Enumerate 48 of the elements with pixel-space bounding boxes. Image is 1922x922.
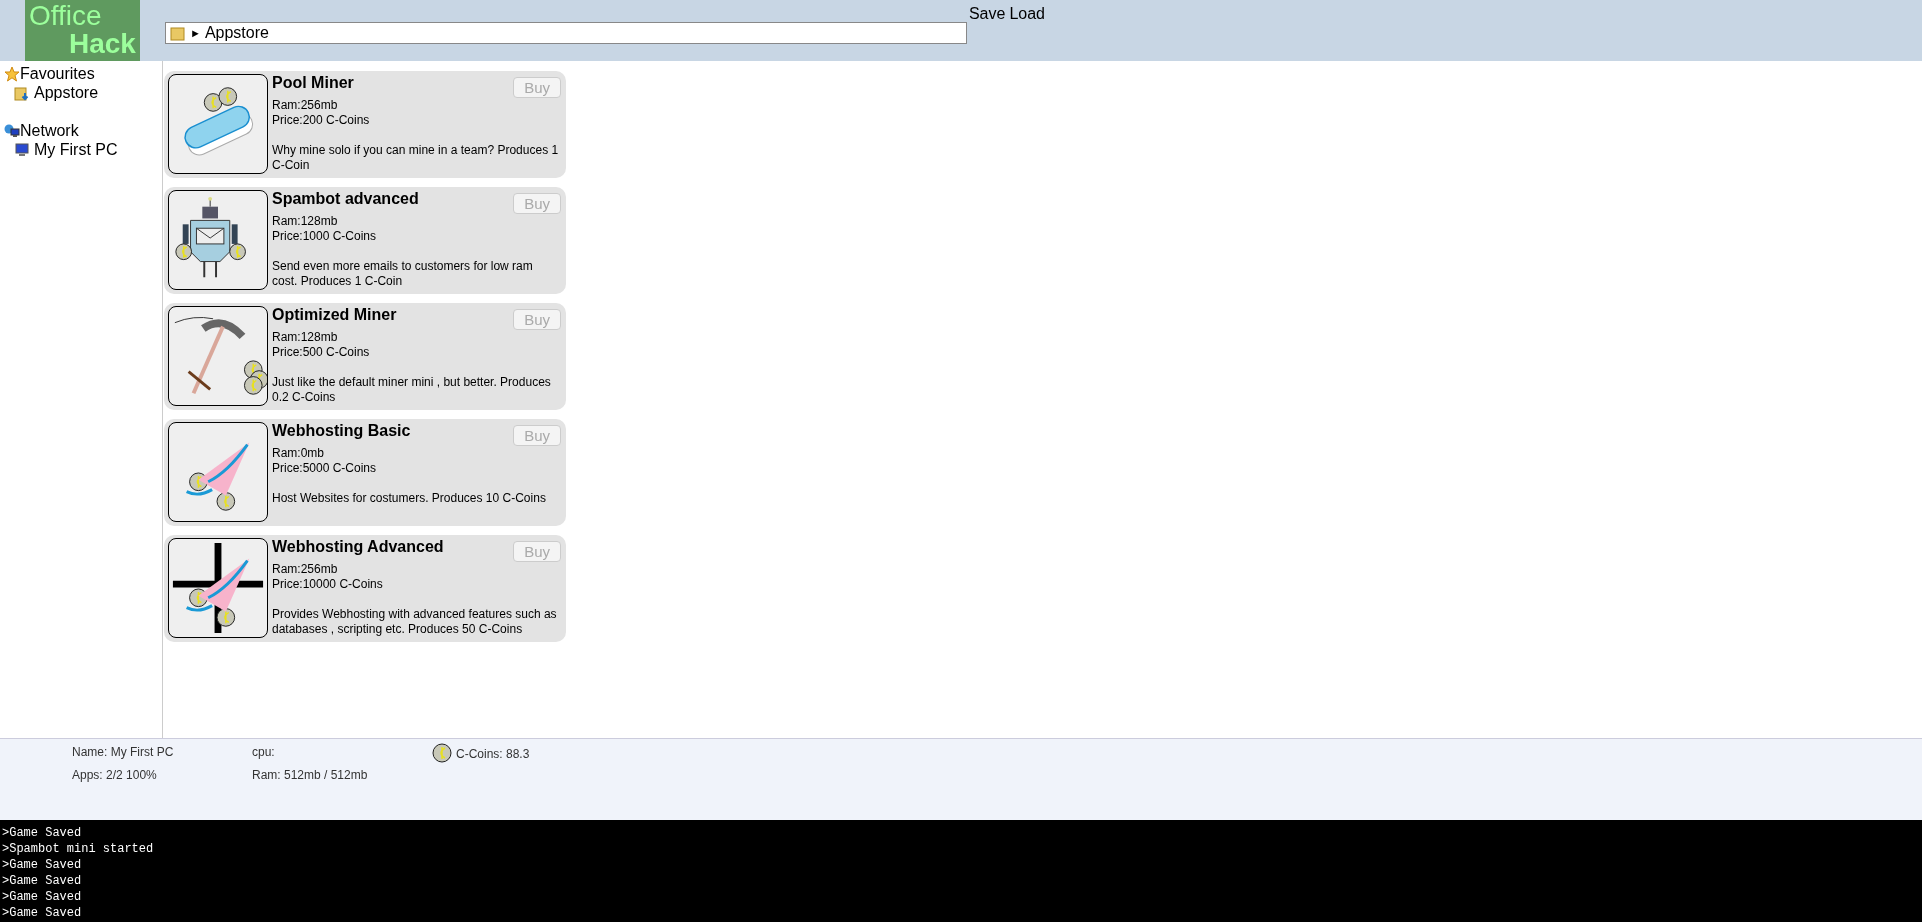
logo-text: Office	[28, 0, 103, 30]
address-bar[interactable]: ► Appstore	[165, 22, 967, 44]
console-line: >Game Saved	[2, 825, 83, 841]
sidebar-item[interactable]: Favourites	[4, 64, 162, 83]
app-price: Price:10000 C-Coins	[272, 577, 384, 592]
cpu-label: cpu:	[252, 744, 276, 761]
sidebar-item[interactable]: My First PC	[4, 140, 162, 159]
app-description: Why mine solo if you can mine in a team? Produces 1 C-Coin	[272, 143, 560, 173]
header-link[interactable]: Load	[1009, 2, 1045, 22]
app-ram: Ram:0mb	[272, 446, 325, 461]
app-price: Price:1000 C-Coins	[272, 229, 378, 244]
breadcrumb-item[interactable]: Appstore	[204, 21, 269, 45]
app-ram: Ram:256mb	[272, 562, 339, 577]
console-line: >Game Saved	[2, 905, 83, 921]
ram-usage: Ram: 512mb / 512mb	[252, 767, 369, 784]
console-line: >Game Saved	[2, 857, 83, 873]
app-description: Just like the default miner mini , but better. Produces 0.2 C-Coins	[272, 375, 552, 405]
header-link[interactable]: Save	[968, 2, 1006, 22]
console-line: >Spambot mini started	[2, 841, 155, 857]
app-description: Send even more emails to customers for low ram cost. Produces 1 C-Coin	[272, 259, 534, 289]
console-line: >Game Saved	[2, 873, 83, 889]
app-description: Host Websites for costumers. Produces 10 C-Coins	[272, 491, 547, 506]
app-price: Price:200 C-Coins	[272, 113, 371, 128]
app-title: Pool Miner	[272, 74, 354, 92]
app-price: Price:5000 C-Coins	[272, 461, 378, 476]
console-line: >Game Saved	[2, 889, 83, 905]
app-ram: Ram:128mb	[272, 330, 339, 345]
coin-balance: C-Coins: 88.3	[456, 746, 530, 763]
breadcrumb-separator: ►	[190, 25, 201, 41]
app-title: Optimized Miner	[272, 306, 397, 324]
app-ram: Ram:256mb	[272, 98, 339, 113]
computer-icon	[14, 141, 30, 158]
folder-icon	[14, 84, 30, 101]
pc-name: Name: My First PC	[72, 744, 175, 761]
sidebar-item[interactable]: Network	[4, 121, 162, 140]
app-description: Provides Webhosting with advanced features such as databases , scripting etc. Produces 50 C-Coins	[272, 607, 558, 637]
app-title: Webhosting Advanced	[272, 538, 444, 556]
sidebar-item[interactable]: Appstore	[4, 83, 162, 102]
apps-count: Apps: 2/2 100%	[72, 767, 158, 784]
app-title: Spambot advanced	[272, 190, 419, 208]
app-price: Price:500 C-Coins	[272, 345, 371, 360]
star-icon	[4, 65, 20, 82]
folder-icon	[170, 25, 186, 41]
app-title: Webhosting Basic	[272, 422, 411, 440]
coin-icon	[432, 743, 452, 763]
app-ram: Ram:128mb	[272, 214, 339, 229]
network-icon	[4, 122, 20, 139]
logo-text: Hack	[68, 30, 137, 58]
